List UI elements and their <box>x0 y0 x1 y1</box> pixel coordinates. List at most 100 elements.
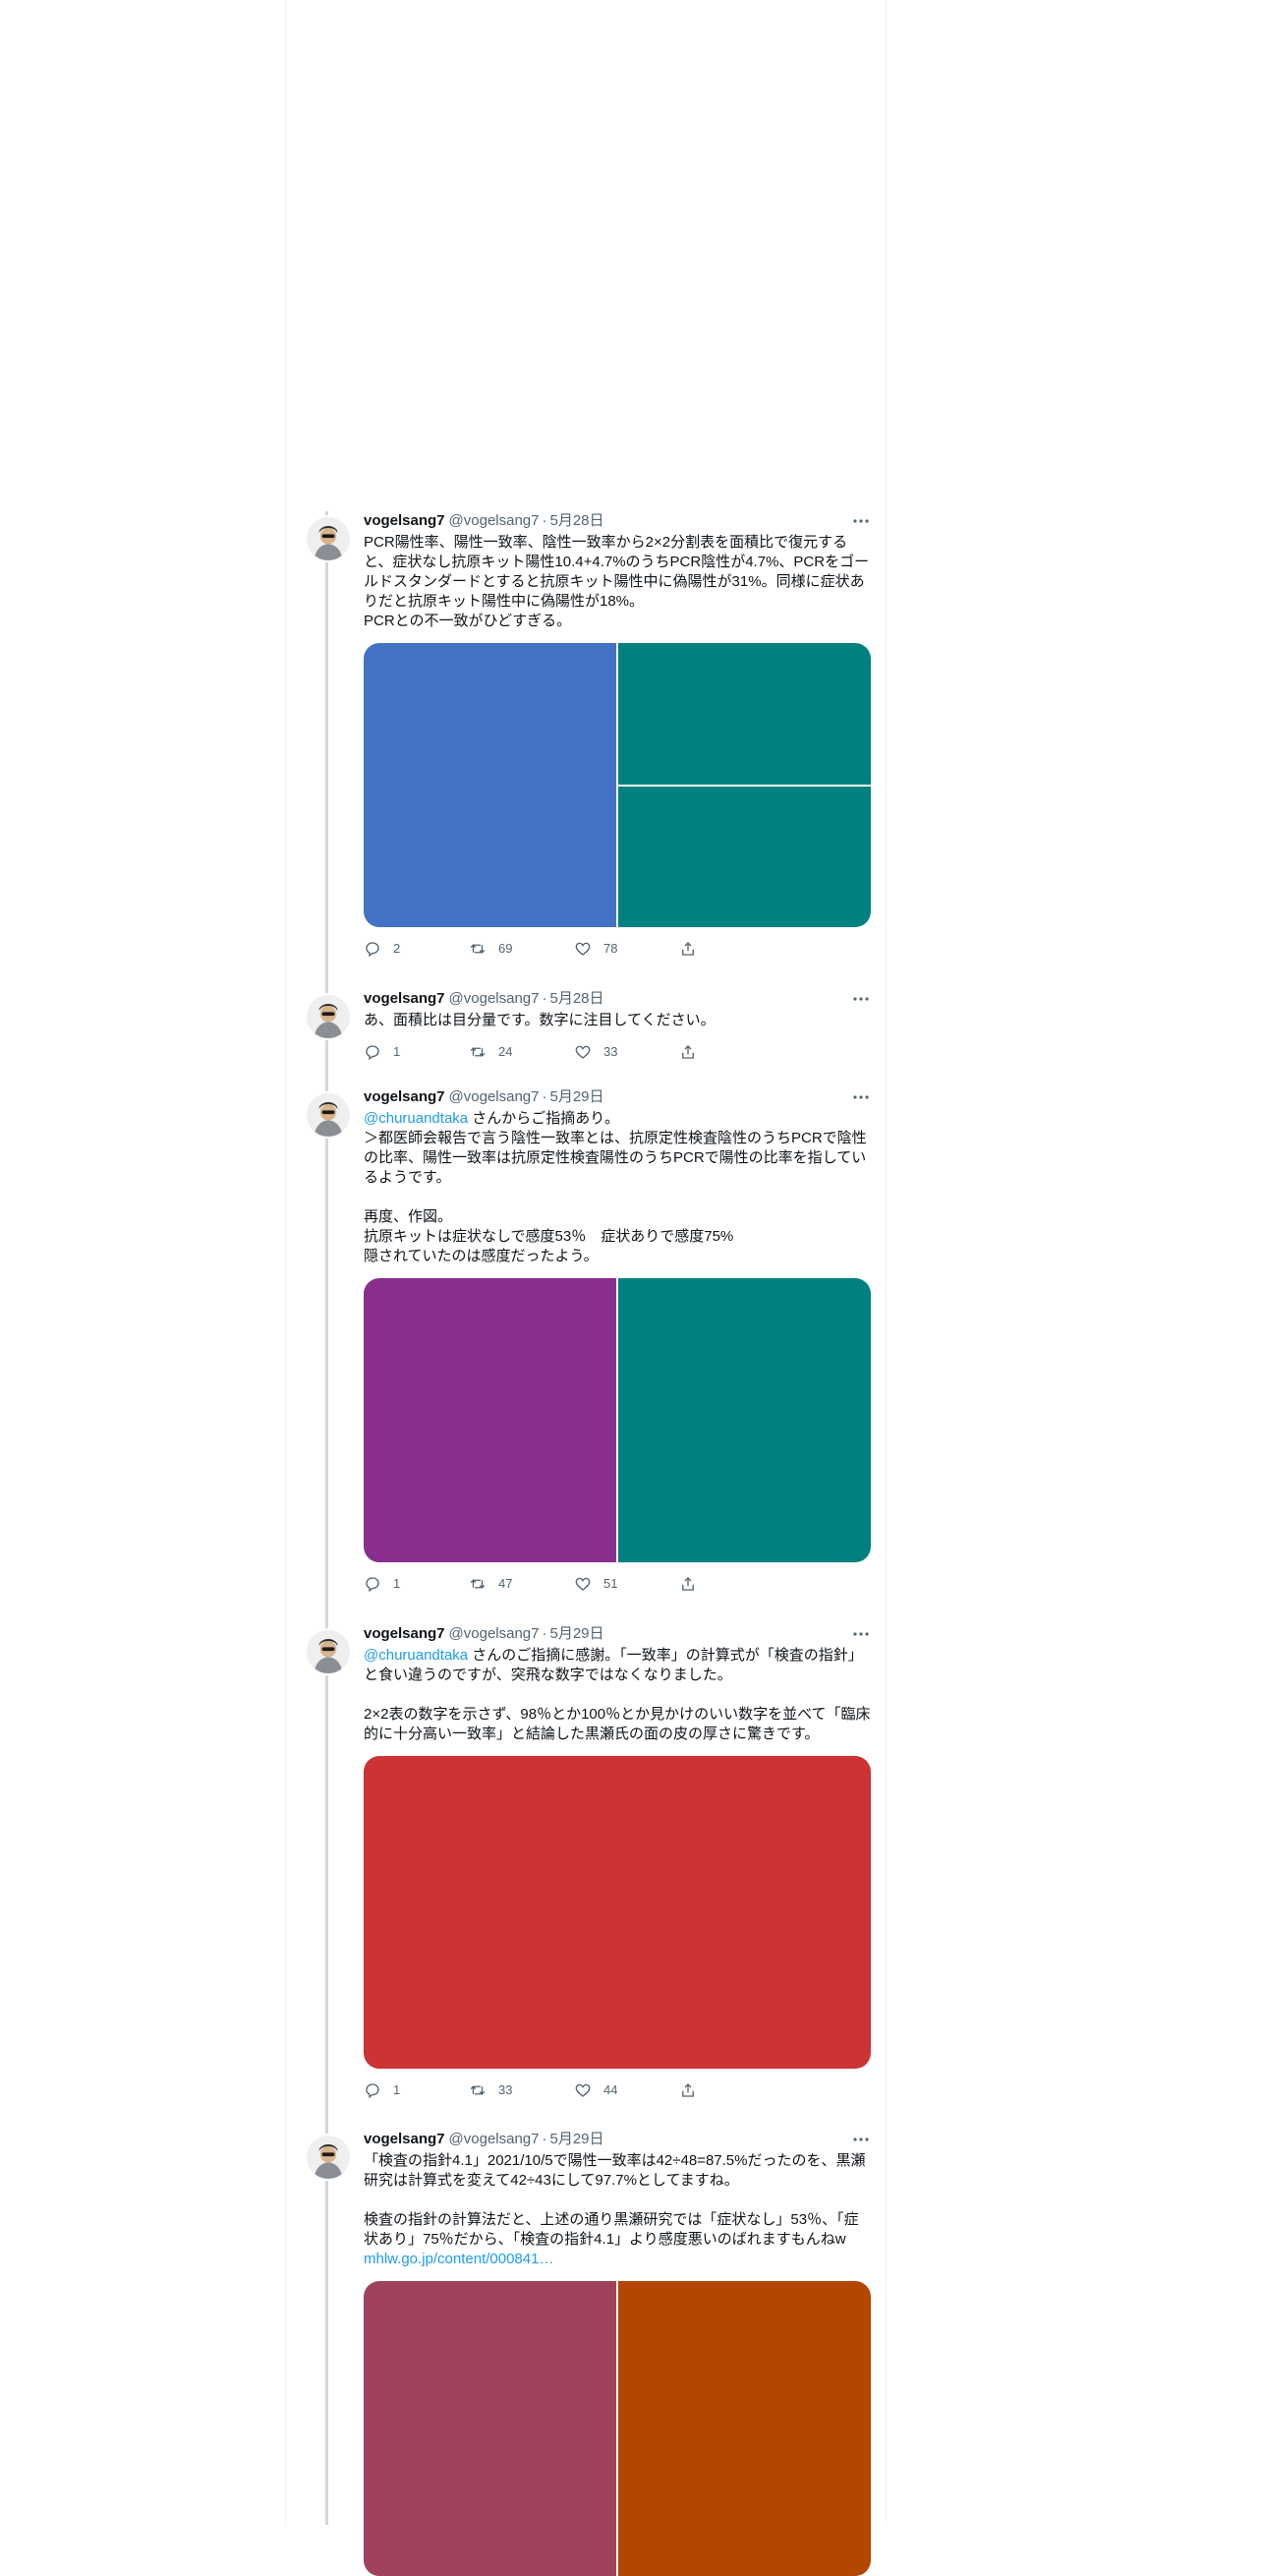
media-tile-right[interactable] <box>618 2281 871 2576</box>
share-icon <box>682 1045 694 1059</box>
retweet-count: 33 <box>498 2082 513 2097</box>
tweet-header: vogelsang7 @vogelsang7 · 5月29日 <box>364 2130 871 2149</box>
mention-link[interactable]: @churuandtaka <box>364 1647 468 1664</box>
tweet-actions: 1 24 33 <box>364 1042 871 1062</box>
more-options-icon[interactable] <box>851 2130 871 2149</box>
heart-icon <box>575 1045 591 1059</box>
tweet-actions: 1 33 44 <box>364 2080 871 2100</box>
reply-button[interactable]: 2 <box>364 940 469 958</box>
tweet-header: vogelsang7 @vogelsang7 · 5月28日 <box>364 511 871 531</box>
media-tile-right-bottom[interactable] <box>618 786 871 927</box>
retweet-button[interactable]: 33 <box>469 2081 574 2099</box>
media-stack-right <box>618 643 871 927</box>
like-button[interactable]: 51 <box>574 1575 679 1593</box>
heart-icon <box>575 2083 591 2097</box>
tweet-header: vogelsang7 @vogelsang7 · 5月28日 <box>364 989 871 1009</box>
reply-count: 1 <box>393 2082 401 2097</box>
tweet-text: @churuandtaka さんのご指摘に感謝。「一致率」の計算式が「検査の指針… <box>364 1646 871 1744</box>
media-tile-full[interactable] <box>364 1756 871 2069</box>
avatar-image <box>307 1093 350 1137</box>
handle[interactable]: @vogelsang7 <box>449 1087 540 1107</box>
heart-icon <box>575 942 591 956</box>
mention-link[interactable]: @churuandtaka <box>364 1110 468 1127</box>
display-name[interactable]: vogelsang7 <box>364 1087 445 1107</box>
external-link[interactable]: mhlw.go.jp/content/000841… <box>364 2251 553 2267</box>
tweet-header: vogelsang7 @vogelsang7 · 5月29日 <box>364 1087 871 1107</box>
reply-button[interactable]: 1 <box>364 1575 469 1593</box>
reply-button[interactable]: 1 <box>364 1043 469 1061</box>
handle[interactable]: @vogelsang7 <box>449 1624 540 1644</box>
display-name[interactable]: vogelsang7 <box>364 511 445 531</box>
reply-icon <box>366 2083 379 2099</box>
like-count: 78 <box>603 941 618 956</box>
heart-icon <box>575 1577 591 1591</box>
share-icon <box>682 1577 694 1591</box>
share-button[interactable] <box>679 2081 784 2099</box>
retweet-button[interactable]: 69 <box>469 940 574 958</box>
avatar[interactable] <box>305 1091 352 1139</box>
media-tile-left[interactable] <box>364 643 616 927</box>
handle[interactable]: @vogelsang7 <box>449 989 540 1009</box>
retweet-icon <box>470 2085 486 2095</box>
tweet-text: @churuandtaka さんからご指摘あり。 ＞都医師会報告で言う陰性一致率… <box>364 1109 871 1266</box>
retweet-icon <box>470 1579 486 1589</box>
tweet-text-body: さんからご指摘あり。 ＞都医師会報告で言う陰性一致率とは、抗原定性検査陰性のうち… <box>364 1110 867 1264</box>
tweet-text: PCR陽性率、陽性一致率、陰性一致率から2×2分割表を面積比で復元すると、症状な… <box>364 534 870 629</box>
handle[interactable]: @vogelsang7 <box>449 511 540 531</box>
like-button[interactable]: 33 <box>574 1043 679 1061</box>
retweet-count: 69 <box>498 941 513 956</box>
separator: · <box>542 512 547 529</box>
reply-count: 1 <box>393 1576 401 1591</box>
share-button[interactable] <box>679 1575 784 1593</box>
tweet-date[interactable]: 5月28日 <box>550 989 604 1009</box>
retweet-icon <box>470 1047 486 1057</box>
display-name[interactable]: vogelsang7 <box>364 1624 445 1644</box>
avatar-image <box>307 1630 350 1673</box>
thread-connector-line <box>325 511 328 2525</box>
separator: · <box>542 1088 547 1105</box>
tweet-header: vogelsang7 @vogelsang7 · 5月29日 <box>364 1624 871 1644</box>
tweet-date[interactable]: 5月28日 <box>550 511 604 531</box>
share-icon <box>682 942 694 956</box>
more-options-icon[interactable] <box>851 989 871 1009</box>
like-button[interactable]: 44 <box>574 2081 679 2099</box>
tweet-link-row: mhlw.go.jp/content/000841… <box>364 2250 871 2269</box>
more-options-icon[interactable] <box>851 1087 871 1107</box>
tweet-media[interactable] <box>364 2281 871 2576</box>
separator: · <box>542 2131 547 2147</box>
media-tile-right-top[interactable] <box>618 643 871 785</box>
media-tile-left[interactable] <box>364 1278 616 1562</box>
retweet-button[interactable]: 24 <box>469 1043 574 1061</box>
tweet-date[interactable]: 5月29日 <box>550 1087 604 1107</box>
share-button[interactable] <box>679 1043 784 1061</box>
more-options-icon[interactable] <box>851 511 871 531</box>
retweet-count: 47 <box>498 1576 513 1591</box>
more-options-icon[interactable] <box>851 1624 871 1644</box>
media-tile-left[interactable] <box>364 2281 616 2576</box>
avatar-image <box>307 995 350 1038</box>
reply-count: 1 <box>393 1044 401 1059</box>
avatar[interactable] <box>305 515 352 562</box>
tweet-media[interactable] <box>364 1278 871 1562</box>
tweet-media[interactable] <box>364 1756 871 2069</box>
display-name[interactable]: vogelsang7 <box>364 989 445 1009</box>
reply-count: 2 <box>393 941 401 956</box>
tweet-actions: 2 69 78 <box>364 939 871 959</box>
share-button[interactable] <box>679 940 784 958</box>
tweet-date[interactable]: 5月29日 <box>550 2130 604 2149</box>
handle[interactable]: @vogelsang7 <box>449 2130 540 2149</box>
share-icon <box>682 2083 694 2097</box>
display-name[interactable]: vogelsang7 <box>364 2130 445 2149</box>
avatar[interactable] <box>305 993 352 1040</box>
reply-button[interactable]: 1 <box>364 2081 469 2099</box>
retweet-count: 24 <box>498 1044 513 1059</box>
tweet-date[interactable]: 5月29日 <box>550 1624 604 1644</box>
avatar-image <box>307 2136 350 2179</box>
retweet-button[interactable]: 47 <box>469 1575 574 1593</box>
media-tile-right[interactable] <box>618 1278 871 1562</box>
like-button[interactable]: 78 <box>574 940 679 958</box>
avatar[interactable] <box>305 2134 352 2181</box>
tweet-media[interactable] <box>364 643 871 927</box>
like-count: 33 <box>603 1044 618 1059</box>
avatar[interactable] <box>305 1628 352 1675</box>
